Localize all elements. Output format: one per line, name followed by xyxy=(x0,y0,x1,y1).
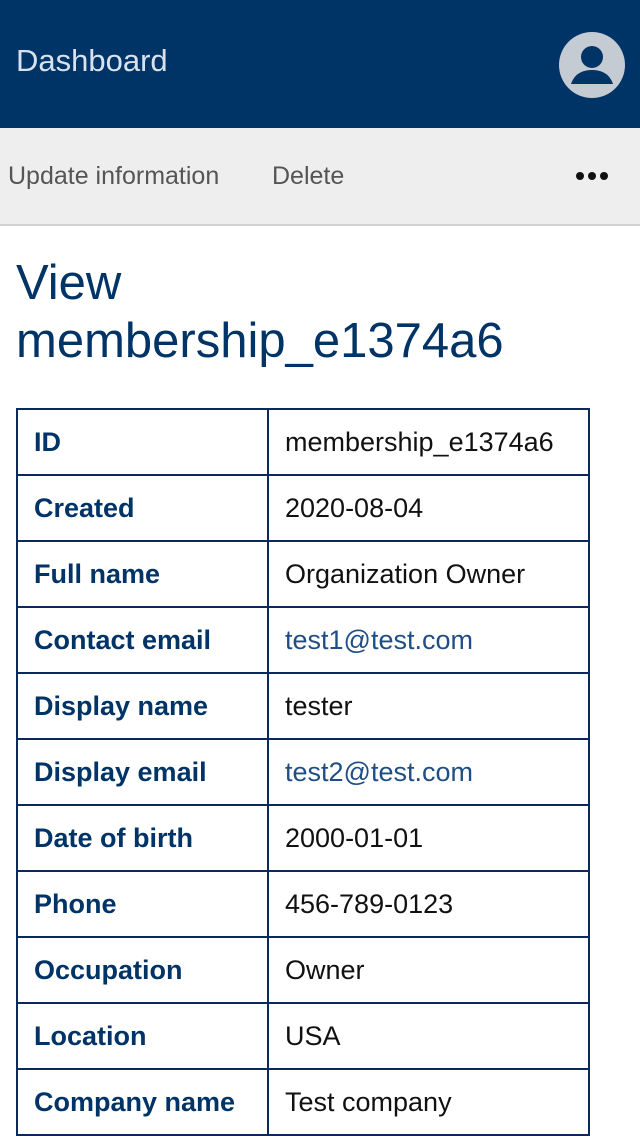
row-label: Created xyxy=(16,474,269,542)
table-row: Occupation Owner xyxy=(16,936,590,1004)
row-label: Company name xyxy=(16,1068,269,1136)
row-value: Organization Owner xyxy=(267,540,590,608)
page-title: View membership_e1374a6 xyxy=(16,254,616,370)
update-information-button[interactable]: Update information xyxy=(8,158,219,194)
table-row: Phone 456-789-0123 xyxy=(16,870,590,938)
row-label: Display name xyxy=(16,672,269,740)
row-value: membership_e1374a6 xyxy=(267,408,590,476)
table-row: Full name Organization Owner xyxy=(16,540,590,608)
row-label: Date of birth xyxy=(16,804,269,872)
contact-email-link[interactable]: test1@test.com xyxy=(285,625,473,655)
row-value: USA xyxy=(267,1002,590,1070)
row-value: Test company xyxy=(267,1068,590,1136)
table-row: Display name tester xyxy=(16,672,590,740)
table-row: Date of birth 2000-01-01 xyxy=(16,804,590,872)
top-bar: Dashboard xyxy=(0,0,640,128)
row-label: Display email xyxy=(16,738,269,806)
table-row: Created 2020-08-04 xyxy=(16,474,590,542)
membership-details-table: ID membership_e1374a6 Created 2020-08-04… xyxy=(16,408,590,1136)
row-value: 456-789-0123 xyxy=(267,870,590,938)
page-title-line1: View xyxy=(16,256,122,310)
row-label: Location xyxy=(16,1002,269,1070)
row-label: ID xyxy=(16,408,269,476)
table-row: ID membership_e1374a6 xyxy=(16,408,590,476)
row-value: tester xyxy=(267,672,590,740)
page-title-line2: membership_e1374a6 xyxy=(16,314,504,368)
row-value: 2020-08-04 xyxy=(267,474,590,542)
dashboard-link[interactable]: Dashboard xyxy=(16,42,168,80)
table-row: Contact email test1@test.com xyxy=(16,606,590,674)
row-label: Phone xyxy=(16,870,269,938)
action-bar: Update information Delete xyxy=(0,128,640,226)
row-value-cell: test2@test.com xyxy=(267,738,590,806)
display-email-link[interactable]: test2@test.com xyxy=(285,757,473,787)
table-row: Location USA xyxy=(16,1002,590,1070)
row-value: Owner xyxy=(267,936,590,1004)
user-avatar-icon[interactable] xyxy=(559,32,625,98)
row-label: Contact email xyxy=(16,606,269,674)
delete-button[interactable]: Delete xyxy=(272,158,344,194)
more-options-icon[interactable] xyxy=(568,160,616,192)
table-row: Company name Test company xyxy=(16,1068,590,1136)
row-value-cell: test1@test.com xyxy=(267,606,590,674)
row-value: 2000-01-01 xyxy=(267,804,590,872)
row-label: Occupation xyxy=(16,936,269,1004)
row-label: Full name xyxy=(16,540,269,608)
table-row: Display email test2@test.com xyxy=(16,738,590,806)
